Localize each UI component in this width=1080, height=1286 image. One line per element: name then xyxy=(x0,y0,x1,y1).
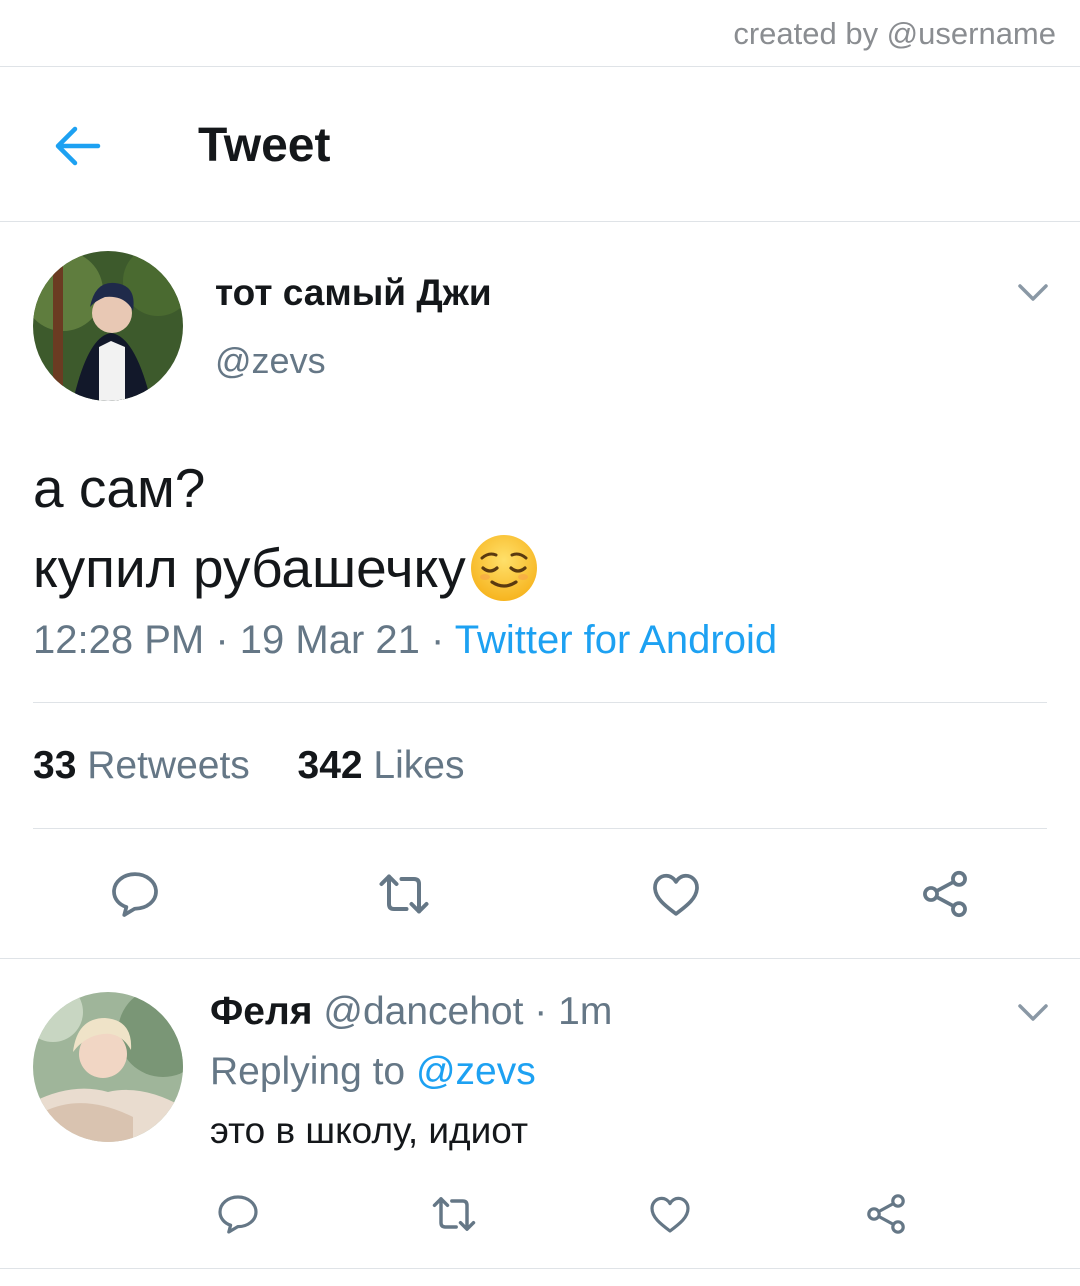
share-icon xyxy=(867,1194,905,1234)
watermark-credit: created by @username xyxy=(733,16,1056,51)
reply-age: 1m xyxy=(558,990,613,1033)
reply-like-button[interactable] xyxy=(642,1186,698,1242)
divider xyxy=(0,958,1080,959)
tweet-meta: 12:28 PM · 19 Mar 21 · Twitter for Andro… xyxy=(33,618,777,663)
author-handle[interactable]: @zevs xyxy=(215,340,326,382)
share-button[interactable] xyxy=(913,862,977,926)
reply-reply-button[interactable] xyxy=(210,1186,266,1242)
divider xyxy=(0,221,1080,222)
heart-icon xyxy=(650,1196,690,1233)
tweet-menu-button[interactable] xyxy=(1013,272,1053,312)
divider xyxy=(33,702,1047,703)
reply-header: Феля @dancehot · 1m xyxy=(210,990,612,1034)
tweet-text-line: купил рубашечку xyxy=(33,537,466,599)
tweet-source-link[interactable]: Twitter for Android xyxy=(455,618,777,662)
likes-label: Likes xyxy=(373,744,465,787)
likes-stat[interactable]: 342 Likes xyxy=(298,744,465,787)
replying-to-label: Replying to xyxy=(210,1050,406,1093)
tweet-text: а сам? купил рубашечку xyxy=(33,448,540,608)
reply-button[interactable] xyxy=(103,862,167,926)
replying-to: Replying to @zevs xyxy=(210,1050,536,1094)
reply-menu-button[interactable] xyxy=(1013,992,1053,1032)
retweets-count: 33 xyxy=(33,744,77,787)
divider xyxy=(0,66,1080,67)
heart-icon xyxy=(653,873,699,916)
share-icon xyxy=(923,870,967,918)
reply-retweet-button[interactable] xyxy=(426,1186,482,1242)
chevron-down-icon xyxy=(1018,284,1048,301)
chevron-down-icon xyxy=(1018,1004,1048,1021)
retweets-label: Retweets xyxy=(87,744,250,787)
reply-display-name[interactable]: Феля xyxy=(210,990,313,1033)
reply-share-button[interactable] xyxy=(858,1186,914,1242)
meta-separator: · xyxy=(534,990,548,1033)
retweets-stat[interactable]: 33 Retweets xyxy=(33,744,250,787)
avatar-image xyxy=(33,992,183,1142)
divider xyxy=(0,1268,1080,1269)
retweet-icon xyxy=(379,874,429,914)
retweet-button[interactable] xyxy=(372,862,436,926)
arrow-left-icon xyxy=(55,126,101,166)
replying-to-handle[interactable]: @zevs xyxy=(416,1050,536,1093)
tweet-stats: 33 Retweets 342 Likes xyxy=(33,744,464,788)
retweet-icon xyxy=(432,1197,476,1231)
reply-text: это в школу, идиот xyxy=(210,1110,529,1151)
page-title: Tweet xyxy=(198,119,331,172)
back-button[interactable] xyxy=(50,118,106,174)
reply-author-avatar[interactable] xyxy=(33,992,183,1142)
tweet-time: 12:28 PM xyxy=(33,618,205,662)
author-display-name[interactable]: тот самый Джи xyxy=(215,272,492,314)
author-avatar[interactable] xyxy=(33,251,183,401)
reply-icon xyxy=(218,1195,258,1234)
meta-separator: · xyxy=(431,618,445,662)
tweet-date: 19 Mar 21 xyxy=(239,618,420,662)
relieved-face-icon xyxy=(468,532,540,604)
divider xyxy=(33,828,1047,829)
likes-count: 342 xyxy=(297,744,363,787)
reply-icon xyxy=(112,872,158,917)
tweet-text-line: а сам? xyxy=(33,457,206,519)
like-button[interactable] xyxy=(644,862,708,926)
reply-handle[interactable]: @dancehot xyxy=(323,990,523,1033)
avatar-image xyxy=(33,251,183,401)
meta-separator: · xyxy=(215,618,229,662)
